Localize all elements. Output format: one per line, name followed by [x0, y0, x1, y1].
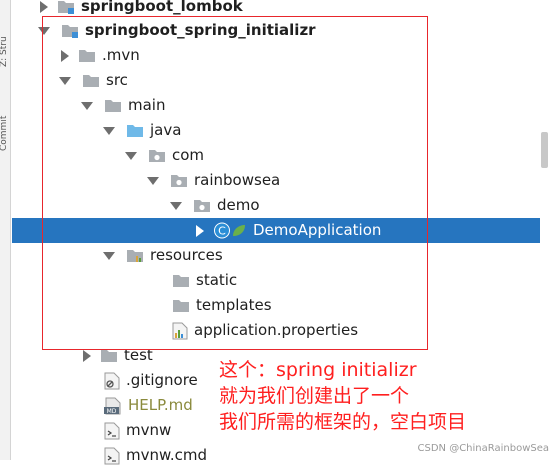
chevron-down-icon[interactable] [103, 126, 115, 135]
package-icon [193, 198, 211, 213]
chevron-right-icon[interactable] [196, 224, 204, 237]
tree-row-resources[interactable]: resources [12, 243, 540, 268]
package-icon [170, 173, 188, 188]
annotation-line-1: 这个：spring initializr [219, 359, 417, 381]
chevron-down-icon[interactable] [125, 151, 137, 160]
chevron-down-icon[interactable] [81, 101, 93, 110]
tree-item-label: main [128, 96, 166, 114]
gitignore-file-icon [104, 372, 120, 390]
chevron-down-icon[interactable] [38, 26, 50, 35]
tree-item-label: com [172, 146, 205, 164]
resources-folder-icon [126, 248, 144, 263]
source-folder-icon [126, 123, 144, 138]
annotation-line-2: 就为我们创建出了一个 [219, 385, 410, 407]
structure-tab-label[interactable]: Z: Stru [0, 11, 9, 67]
folder-icon [104, 98, 122, 113]
tree-item-label: mvnw [126, 421, 172, 439]
tree-row-src[interactable]: src [12, 68, 540, 93]
folder-icon [100, 348, 118, 363]
tree-row-application-properties[interactable]: application.properties [12, 318, 540, 343]
chevron-down-icon[interactable] [170, 201, 182, 210]
chevron-right-icon[interactable] [40, 0, 48, 13]
tree-item-label: src [106, 71, 128, 89]
tree-item-label: springboot_lombok [81, 0, 243, 15]
chevron-down-icon[interactable] [147, 176, 159, 185]
tree-item-label: test [124, 346, 153, 364]
spring-class-icon: C [213, 222, 247, 239]
tree-item-label: templates [196, 296, 272, 314]
package-icon [148, 148, 166, 163]
scrollbar-thumb[interactable] [541, 132, 548, 168]
module-folder-icon [61, 23, 79, 38]
folder-icon [78, 48, 96, 63]
tree-row-static[interactable]: static [12, 268, 540, 293]
chevron-down-icon[interactable] [103, 251, 115, 260]
tree-item-label: DemoApplication [253, 221, 382, 239]
markdown-file-icon: MD [104, 397, 122, 415]
tree-item-label: .mvn [102, 46, 140, 64]
tree-item-label: springboot_spring_initializr [85, 21, 316, 39]
side-tool-strip: Z: Stru Commit [0, 0, 11, 460]
chevron-down-icon[interactable] [59, 76, 71, 85]
annotation-line-3: 我们所需的框架的，空白项目 [219, 411, 467, 433]
tree-row-main[interactable]: main [12, 93, 540, 118]
script-file-icon [104, 447, 120, 465]
commit-tab-label[interactable]: Commit [0, 95, 9, 151]
tree-item-label: .gitignore [126, 371, 198, 389]
watermark: CSDN @ChinaRainbowSea [417, 443, 550, 454]
folder-icon [172, 273, 190, 288]
tree-row-springboot-spring-initializr[interactable]: springboot_spring_initializr [12, 18, 540, 43]
tree-item-label: demo [217, 196, 260, 214]
annotation-note: 这个：spring initializr 就为我们创建出了一个 我们所需的框架的… [219, 357, 549, 435]
folder-icon [172, 298, 190, 313]
tree-row-java[interactable]: java [12, 118, 540, 143]
chevron-right-icon[interactable] [61, 49, 69, 62]
script-file-icon [104, 422, 120, 440]
tree-item-label: static [196, 271, 238, 289]
tree-row-rainbowsea[interactable]: rainbowsea [12, 168, 540, 193]
folder-icon [82, 73, 100, 88]
svg-text:C: C [218, 225, 226, 238]
properties-file-icon [172, 322, 188, 340]
tree-item-label: HELP.md [128, 396, 193, 414]
tree-item-label: application.properties [194, 321, 359, 339]
tree-item-label: java [150, 121, 182, 139]
tree-row-demoapplication[interactable]: C DemoApplication [12, 218, 540, 243]
tree-row-com[interactable]: com [12, 143, 540, 168]
tree-item-label: mvnw.cmd [126, 446, 208, 464]
tree-row-demo[interactable]: demo [12, 193, 540, 218]
module-folder-icon [57, 0, 75, 14]
tree-row-templates[interactable]: templates [12, 293, 540, 318]
tree-item-label: resources [150, 246, 223, 264]
tree-row-springboot-lombok[interactable]: springboot_lombok [12, 0, 540, 19]
tree-row-mvn[interactable]: .mvn [12, 43, 540, 68]
tree-item-label: rainbowsea [194, 171, 281, 189]
chevron-right-icon[interactable] [83, 349, 91, 362]
svg-text:MD: MD [107, 408, 117, 415]
